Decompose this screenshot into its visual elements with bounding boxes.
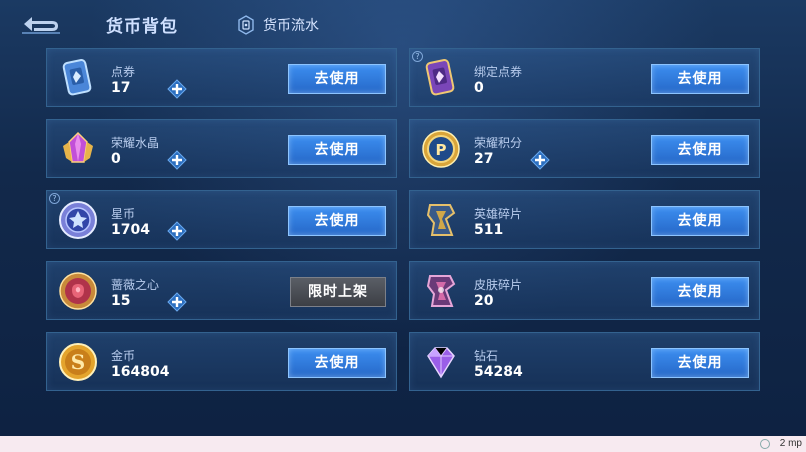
currency-card-skin-fragment: 皮肤碎片 20 去使用 (409, 261, 760, 320)
use-hero-fragment-button[interactable]: 去使用 (651, 206, 749, 236)
back-arrow-icon[interactable] (20, 12, 62, 36)
svg-text:P: P (436, 141, 447, 159)
use-glory-crystal-button[interactable]: 去使用 (288, 135, 386, 165)
page-title: 货币背包 (106, 17, 178, 37)
currency-card-gold-coin: S 金币 164804 去使用 (46, 332, 397, 391)
voucher-card-icon (57, 57, 99, 99)
currency-name: 荣耀水晶 (111, 136, 160, 150)
currency-name: 绑定点券 (474, 65, 523, 79)
gold-coin-icon: S (57, 341, 99, 383)
currency-card-diamond: 钻石 54284 去使用 (409, 332, 760, 391)
glory-crystal-icon (57, 128, 99, 170)
star-coin-icon (57, 199, 99, 241)
use-star-coin-button[interactable]: 去使用 (288, 206, 386, 236)
currency-amount: 0 (474, 80, 484, 96)
use-gold-coin-button[interactable]: 去使用 (288, 348, 386, 378)
currency-amount: 54284 (474, 364, 523, 380)
currency-card-star-coin: ? 星币 1704 去使用 (46, 190, 397, 249)
use-voucher-button[interactable]: 去使用 (288, 64, 386, 94)
add-voucher-plus-icon[interactable] (167, 79, 187, 99)
currency-name: 皮肤碎片 (474, 278, 523, 292)
currency-card-voucher: 点券 17 去使用 (46, 48, 397, 107)
add-glory-points-plus-icon[interactable] (530, 150, 550, 170)
currency-backpack-screen: 货币背包 货币流水 点券 17 去使用 ? 绑定点券 0 去使用 荣耀水晶 0 … (0, 0, 806, 436)
footer-status-text: 2 mp (779, 438, 802, 449)
use-bound-voucher-button[interactable]: 去使用 (651, 64, 749, 94)
glory-points-coin-icon: P (420, 128, 462, 170)
use-skin-fragment-button[interactable]: 去使用 (651, 277, 749, 307)
currency-name: 点券 (111, 65, 136, 79)
svg-text:S: S (71, 350, 85, 374)
use-glory-points-button[interactable]: 去使用 (651, 135, 749, 165)
currency-card-glory-points: P 荣耀积分 27 去使用 (409, 119, 760, 178)
currency-amount: 1704 (111, 222, 150, 238)
add-glory-crystal-plus-icon[interactable] (167, 150, 187, 170)
add-star-coin-plus-icon[interactable] (167, 221, 187, 241)
bound-voucher-card-icon (420, 57, 462, 99)
currency-name: 星币 (111, 207, 136, 221)
currency-card-rose-heart: 蔷薇之心 15 限时上架 (46, 261, 397, 320)
currency-flow-label: 货币流水 (263, 18, 319, 34)
currency-grid: 点券 17 去使用 ? 绑定点券 0 去使用 荣耀水晶 0 去使用 P 荣耀积分… (46, 48, 760, 391)
diamond-icon (420, 341, 462, 383)
currency-amount: 27 (474, 151, 494, 167)
currency-amount: 511 (474, 222, 504, 238)
currency-amount: 164804 (111, 364, 170, 380)
currency-flow-tab[interactable]: 货币流水 (237, 14, 319, 36)
currency-amount: 17 (111, 80, 131, 96)
system-footer-strip: 2 mp (0, 436, 806, 452)
currency-name: 蔷薇之心 (111, 278, 160, 292)
use-diamond-button[interactable]: 去使用 (651, 348, 749, 378)
currency-name: 荣耀积分 (474, 136, 523, 150)
currency-card-bound-voucher: ? 绑定点券 0 去使用 (409, 48, 760, 107)
currency-amount: 20 (474, 293, 494, 309)
currency-card-hero-fragment: 英雄碎片 511 去使用 (409, 190, 760, 249)
limited-time-shelf-button[interactable]: 限时上架 (290, 277, 386, 307)
currency-amount: 0 (111, 151, 121, 167)
hero-fragment-icon (420, 199, 462, 241)
rose-heart-icon (57, 270, 99, 312)
currency-amount: 15 (111, 293, 131, 309)
currency-name: 英雄碎片 (474, 207, 523, 221)
skin-fragment-icon (420, 270, 462, 312)
currency-card-glory-crystal: 荣耀水晶 0 去使用 (46, 119, 397, 178)
network-icon (760, 439, 770, 449)
currency-name: 金币 (111, 349, 136, 363)
ledger-icon (237, 15, 255, 35)
currency-name: 钻石 (474, 349, 499, 363)
add-rose-heart-plus-icon[interactable] (167, 292, 187, 312)
